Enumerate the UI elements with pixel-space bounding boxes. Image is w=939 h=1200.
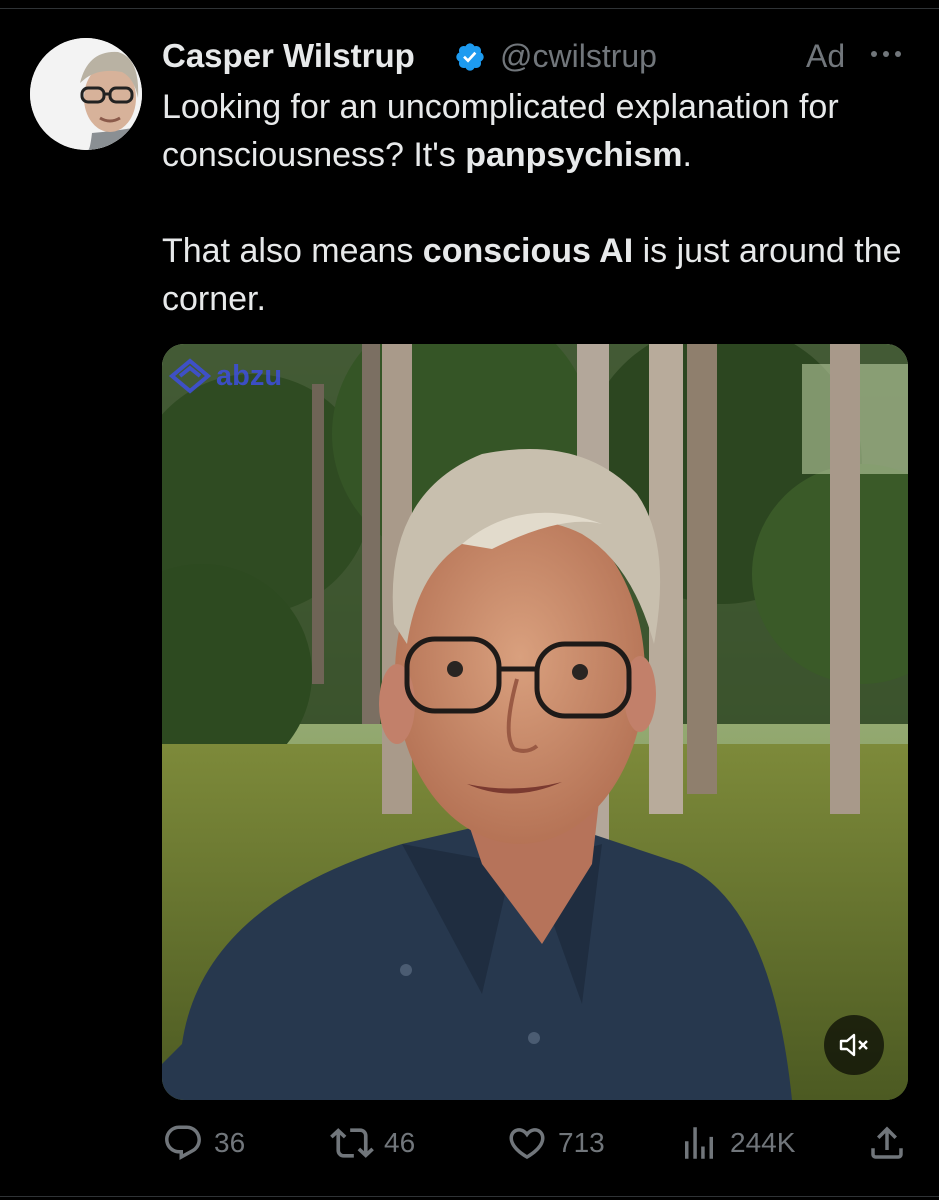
tweet-header: Casper Wilstrup @cwilstrup Ad — [162, 34, 912, 78]
views-count: 244K — [730, 1127, 796, 1158]
mute-toggle-button[interactable] — [824, 1015, 884, 1075]
repost-count: 46 — [384, 1127, 416, 1158]
ad-label: Ad — [806, 38, 846, 74]
repost-button[interactable]: 46 — [330, 1118, 415, 1168]
heart-icon — [509, 1128, 545, 1160]
reply-icon — [165, 1125, 201, 1160]
more-dot-icon — [871, 51, 877, 57]
tweet-text-bold: conscious AI — [422, 232, 634, 270]
share-icon — [871, 1126, 903, 1159]
tweet-action-bar: 36 46 713 244K — [162, 1118, 908, 1168]
video-player[interactable]: abzu — [162, 344, 908, 1100]
reply-button[interactable]: 36 — [162, 1118, 245, 1168]
abzu-watermark: abzu — [168, 358, 282, 394]
tweet-paragraph-2: That also means conscious AI is just aro… — [162, 227, 922, 323]
share-button[interactable] — [866, 1118, 908, 1168]
tweet-text: Looking for an uncomplicated explanation… — [162, 83, 922, 323]
tweet-paragraph-1: Looking for an uncomplicated explanation… — [162, 83, 922, 179]
tweet-text-bold: panpsychism — [465, 136, 683, 174]
tweet-text-segment: That also means — [162, 232, 423, 270]
more-dot-icon — [883, 51, 889, 57]
tweet-text-segment: . — [682, 136, 692, 174]
abzu-logo-icon — [168, 358, 212, 394]
verified-badge-icon — [454, 41, 486, 73]
views-chart-icon — [685, 1127, 713, 1159]
avatar[interactable] — [30, 38, 142, 150]
like-button[interactable]: 713 — [506, 1118, 605, 1168]
like-count: 713 — [558, 1127, 605, 1158]
views-button[interactable]: 244K — [678, 1118, 795, 1168]
video-frame — [162, 344, 908, 1100]
top-divider — [0, 8, 939, 9]
author-handle[interactable]: @cwilstrup — [500, 38, 657, 75]
repost-icon — [330, 1128, 374, 1158]
speaker-muted-icon — [839, 1033, 868, 1057]
avatar-portrait — [30, 38, 142, 150]
reply-count: 36 — [214, 1127, 246, 1158]
more-dot-icon — [895, 51, 901, 57]
author-name[interactable]: Casper Wilstrup — [162, 37, 415, 75]
watermark-text: abzu — [216, 359, 283, 392]
bottom-divider — [0, 1196, 939, 1197]
more-options-button[interactable] — [862, 34, 910, 74]
